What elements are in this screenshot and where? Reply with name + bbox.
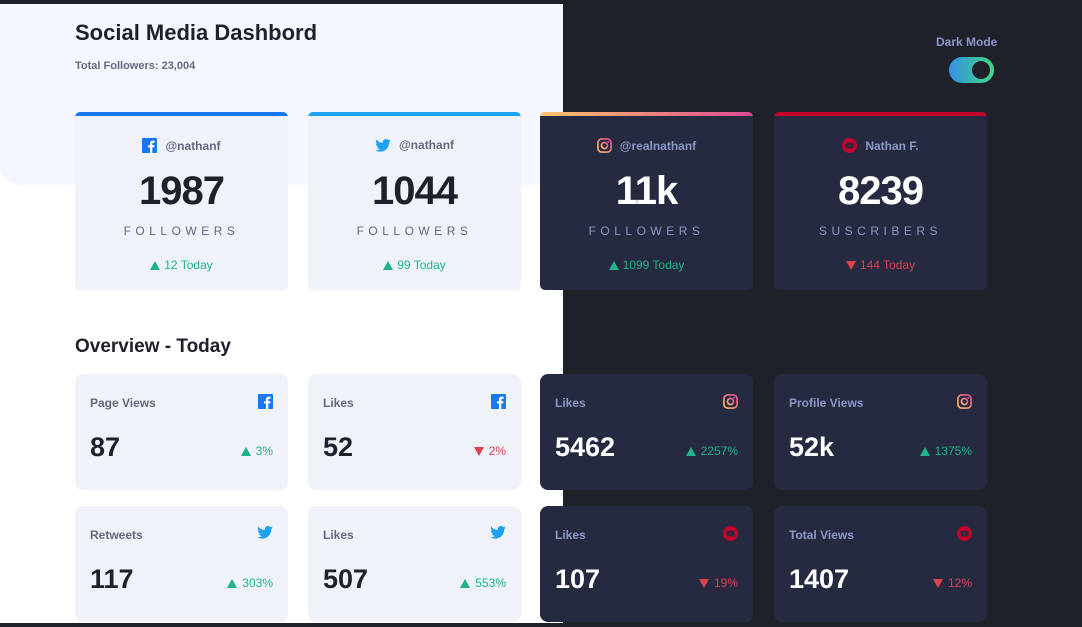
overview-label: Likes <box>323 528 354 542</box>
instagram-icon <box>723 394 738 409</box>
overview-label: Retweets <box>90 528 143 542</box>
overview-card-instagram-likes[interactable]: Likes 5462 2257% <box>540 374 753 490</box>
card-count: 11k <box>615 169 679 213</box>
facebook-icon <box>491 394 506 409</box>
overview-value: 52k <box>789 432 835 462</box>
card-change: 12 Today <box>164 258 213 272</box>
card-handle: @nathanf <box>165 138 221 153</box>
down-arrow-icon <box>845 260 856 270</box>
card-unit: FOLLOWERS <box>123 224 240 238</box>
overview-pct: 3% <box>255 444 273 458</box>
card-twitter[interactable]: @nathanf 1044 FOLLOWERS 99 Today <box>308 112 521 290</box>
card-change: 99 Today <box>397 258 446 272</box>
overview-card-page-views[interactable]: Page Views 87 3% <box>75 374 288 490</box>
overview-value: 117 <box>90 564 134 594</box>
toggle-knob <box>972 61 990 79</box>
twitter-icon <box>257 526 273 539</box>
overview-label: Profile Views <box>789 396 864 410</box>
overview-card-facebook-likes[interactable]: Likes 52 2% <box>308 374 521 490</box>
down-arrow-icon <box>473 446 484 456</box>
overview-label: Likes <box>323 396 354 410</box>
up-arrow-icon <box>383 260 394 270</box>
dark-mode-label: Dark Mode <box>936 35 998 49</box>
card-unit: FOLLOWERS <box>356 224 473 238</box>
overview-pct: 303% <box>242 576 273 590</box>
card-unit: FOLLOWERS <box>588 224 705 238</box>
overview-label: Total Views <box>789 528 854 542</box>
overview-card-twitter-likes[interactable]: Likes 507 553% <box>308 506 521 622</box>
card-instagram[interactable]: @realnathanf 11k FOLLOWERS 1099 Today <box>540 112 753 290</box>
overview-pct: 19% <box>713 576 738 590</box>
up-arrow-icon <box>919 446 930 456</box>
card-youtube[interactable]: Nathan F. 8239 SUSCRIBERS 144 Today <box>774 112 987 290</box>
down-arrow-icon <box>698 578 709 588</box>
total-followers: Total Followers: 23,004 <box>75 60 196 72</box>
card-accent-bar <box>540 112 753 116</box>
up-arrow-icon <box>227 578 238 588</box>
card-handle: @realnathanf <box>619 138 697 153</box>
down-arrow-icon <box>932 578 943 588</box>
card-handle: Nathan F. <box>865 138 919 153</box>
page-title: Social Media Dashbord <box>75 20 318 45</box>
overview-label: Likes <box>555 396 586 410</box>
up-arrow-icon <box>685 446 696 456</box>
overview-value: 107 <box>555 564 601 594</box>
overview-card-youtube-likes[interactable]: Likes 107 19% <box>540 506 753 622</box>
up-arrow-icon <box>608 260 619 270</box>
youtube-icon <box>723 526 738 541</box>
overview-pct: 2257% <box>700 444 738 458</box>
twitter-icon <box>375 138 391 152</box>
overview-value: 52 <box>323 432 354 462</box>
overview-label: Page Views <box>90 396 156 410</box>
overview-value: 87 <box>90 432 121 462</box>
overview-pct: 2% <box>488 444 506 458</box>
youtube-icon <box>957 526 972 541</box>
overview-value: 507 <box>323 564 369 594</box>
card-count: 8239 <box>838 169 924 213</box>
youtube-icon <box>842 138 858 153</box>
card-accent-bar <box>308 112 521 116</box>
instagram-icon <box>957 394 972 409</box>
overview-card-retweets[interactable]: Retweets 117 303% <box>75 506 288 622</box>
card-accent-bar <box>774 112 987 116</box>
overview-card-total-views[interactable]: Total Views 1407 12% <box>774 506 987 622</box>
overview-pct: 553% <box>475 576 506 590</box>
card-handle: @nathanf <box>398 138 455 152</box>
card-unit: SUSCRIBERS <box>818 224 943 238</box>
overview-pct: 12% <box>947 576 972 590</box>
up-arrow-icon <box>240 446 251 456</box>
bottom-edge <box>0 623 1082 627</box>
overview-label: Likes <box>555 528 586 542</box>
up-arrow-icon <box>460 578 471 588</box>
card-count: 1044 <box>372 169 458 213</box>
twitter-icon <box>490 526 506 539</box>
overview-pct: 1375% <box>934 444 972 458</box>
top-edge <box>0 0 1082 4</box>
card-change: 1099 Today <box>622 258 685 272</box>
facebook-icon <box>142 138 158 153</box>
card-count: 1987 <box>139 169 225 213</box>
card-facebook[interactable]: @nathanf 1987 FOLLOWERS 12 Today <box>75 112 288 290</box>
overview-card-profile-views[interactable]: Profile Views 52k 1375% <box>774 374 987 490</box>
overview-value: 1407 <box>789 564 850 594</box>
card-change: 144 Today <box>859 258 916 272</box>
facebook-icon <box>258 394 273 409</box>
instagram-icon <box>596 138 612 153</box>
dark-mode-toggle[interactable] <box>949 57 994 83</box>
overview-value: 5462 <box>555 432 616 462</box>
card-accent-bar <box>75 112 288 116</box>
up-arrow-icon <box>150 260 161 270</box>
overview-title: Overview - Today <box>75 336 231 357</box>
